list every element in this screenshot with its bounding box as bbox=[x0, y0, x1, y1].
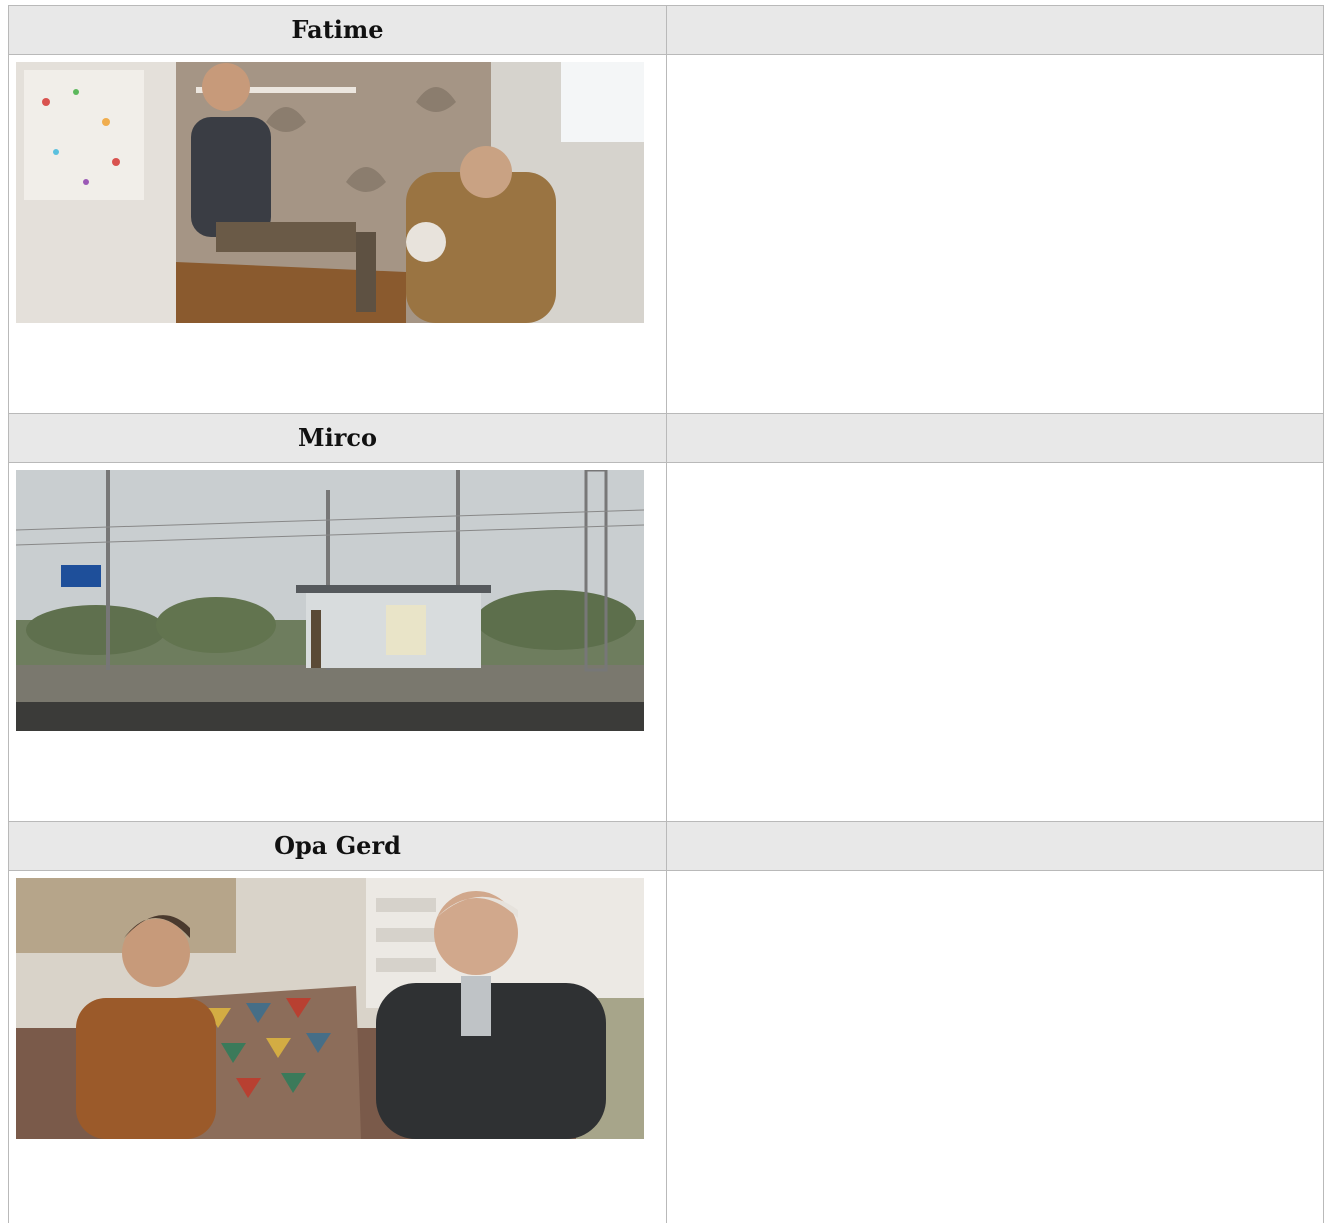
notes-cell[interactable] bbox=[666, 54, 1324, 414]
header-cell: Opa Gerd bbox=[8, 821, 667, 871]
table-row-header: Opa Gerd bbox=[8, 821, 1324, 871]
character-grid: Fatime Mirco Opa Gerd bbox=[8, 5, 1324, 1223]
header-cell-empty bbox=[666, 413, 1324, 463]
notes-cell[interactable] bbox=[666, 870, 1324, 1223]
photo-opa-gerd bbox=[16, 878, 644, 1139]
image-stairwell-scene bbox=[16, 62, 644, 323]
table-row-header: Mirco bbox=[8, 413, 1324, 463]
image-living-room-scene bbox=[16, 878, 644, 1139]
photo-cell bbox=[8, 870, 667, 1223]
table-row-header: Fatime bbox=[8, 5, 1324, 55]
header-cell: Mirco bbox=[8, 413, 667, 463]
photo-mirco bbox=[16, 470, 644, 731]
image-train-station-scene bbox=[16, 470, 644, 731]
table-row bbox=[8, 462, 1324, 822]
character-table: Fatime Mirco Opa Gerd bbox=[8, 5, 1324, 1225]
character-name: Fatime bbox=[291, 15, 384, 44]
character-name: Opa Gerd bbox=[274, 831, 401, 860]
header-cell-empty bbox=[666, 821, 1324, 871]
character-name: Mirco bbox=[298, 423, 377, 452]
photo-fatime bbox=[16, 62, 644, 323]
notes-cell[interactable] bbox=[666, 462, 1324, 822]
photo-cell bbox=[8, 54, 667, 414]
header-cell: Fatime bbox=[8, 5, 667, 55]
header-cell-empty bbox=[666, 5, 1324, 55]
table-row bbox=[8, 54, 1324, 414]
photo-cell bbox=[8, 462, 667, 822]
table-row bbox=[8, 870, 1324, 1223]
